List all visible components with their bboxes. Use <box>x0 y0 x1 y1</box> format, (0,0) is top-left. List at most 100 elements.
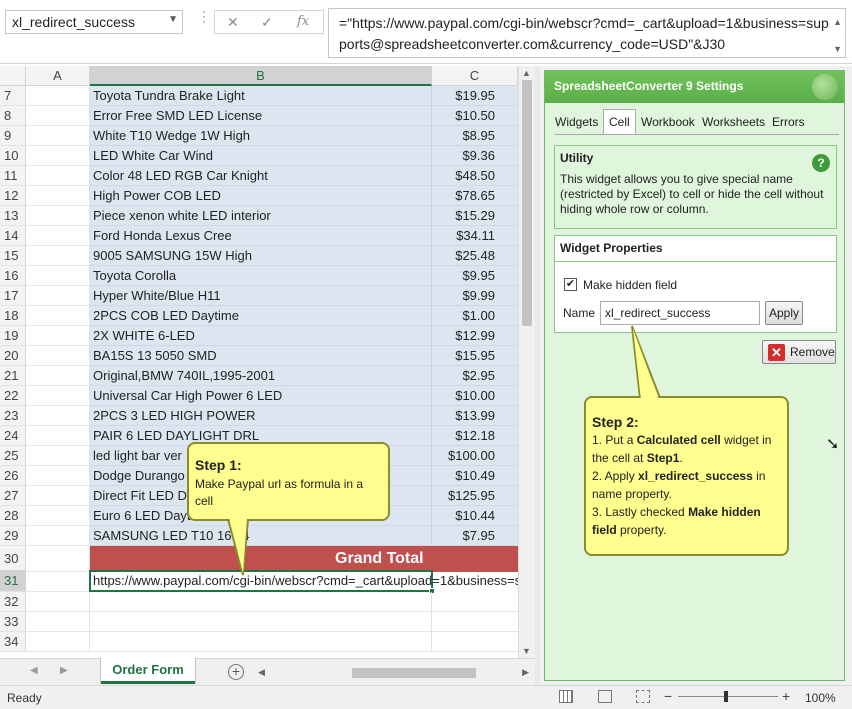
cell-a[interactable] <box>26 146 90 166</box>
scroll-down-icon[interactable]: ▼ <box>522 646 531 656</box>
item-name-cell[interactable]: BA15S 13 5050 SMD <box>90 346 432 366</box>
tab-widgets[interactable]: Widgets <box>555 109 598 135</box>
price-cell[interactable]: $15.29 <box>432 206 518 226</box>
cell-a30[interactable] <box>26 546 90 572</box>
empty-cell[interactable] <box>432 592 518 612</box>
cell-a[interactable] <box>26 206 90 226</box>
cell-a[interactable] <box>26 326 90 346</box>
cell-a[interactable] <box>26 486 90 506</box>
zoom-slider-knob[interactable] <box>724 691 728 702</box>
tab-errors[interactable]: Errors <box>772 109 805 135</box>
price-cell[interactable]: $12.99 <box>432 326 518 346</box>
cell-a[interactable] <box>26 246 90 266</box>
column-header-b[interactable]: B <box>90 66 432 86</box>
item-name-cell[interactable]: SAMSUNG LED T10 16 94 <box>90 526 432 546</box>
price-cell[interactable]: $10.50 <box>432 106 518 126</box>
item-name-cell[interactable]: Color 48 LED RGB Car Knight <box>90 166 432 186</box>
price-cell[interactable]: $2.95 <box>432 366 518 386</box>
tab-worksheets[interactable]: Worksheets <box>702 109 765 135</box>
cell-a[interactable] <box>26 266 90 286</box>
price-cell[interactable]: $9.99 <box>432 286 518 306</box>
row-number[interactable]: 22 <box>0 386 26 406</box>
chevron-down-icon[interactable]: ▼ <box>168 14 178 25</box>
row-number[interactable]: 12 <box>0 186 26 206</box>
empty-cell[interactable] <box>26 592 90 612</box>
tab-next-icon[interactable]: ▶ <box>60 665 68 676</box>
row-number[interactable]: 28 <box>0 506 26 526</box>
name-input[interactable] <box>600 301 760 325</box>
empty-cell[interactable] <box>26 612 90 632</box>
price-cell[interactable]: $48.50 <box>432 166 518 186</box>
price-cell[interactable]: $125.95 <box>432 486 518 506</box>
row-number[interactable]: 26 <box>0 466 26 486</box>
worksheet-grid[interactable]: A B C 7 Toyota Tundra Brake Light $19.95 8 E… <box>0 66 518 658</box>
row-number[interactable]: 33 <box>0 612 26 632</box>
page-break-icon[interactable] <box>636 690 650 703</box>
tab-prev-icon[interactable]: ◀ <box>30 665 38 676</box>
row-number[interactable]: 15 <box>0 246 26 266</box>
apply-button[interactable]: Apply <box>765 301 803 325</box>
cell-a[interactable] <box>26 346 90 366</box>
empty-cell[interactable] <box>432 632 518 652</box>
cell-a[interactable] <box>26 226 90 246</box>
cell-a[interactable] <box>26 526 90 546</box>
zoom-slider-track[interactable] <box>678 696 778 697</box>
cell-a[interactable] <box>26 386 90 406</box>
horizontal-scrollbar[interactable]: ◀ ▶ <box>256 667 531 679</box>
empty-cell[interactable] <box>432 612 518 632</box>
price-cell[interactable]: $9.36 <box>432 146 518 166</box>
row-number[interactable]: 11 <box>0 166 26 186</box>
item-name-cell[interactable]: 2PCS 3 LED HIGH POWER <box>90 406 432 426</box>
row-number[interactable]: 21 <box>0 366 26 386</box>
help-icon[interactable]: ? <box>812 154 830 172</box>
row-number[interactable]: 25 <box>0 446 26 466</box>
sheet-tab-order-form[interactable]: Order Form <box>101 658 195 684</box>
row-number[interactable]: 16 <box>0 266 26 286</box>
item-name-cell[interactable]: 2X WHITE 6-LED <box>90 326 432 346</box>
row-number[interactable]: 20 <box>0 346 26 366</box>
page-layout-icon[interactable] <box>598 690 612 703</box>
row-number[interactable]: 9 <box>0 126 26 146</box>
row-number[interactable]: 19 <box>0 326 26 346</box>
grand-total-label[interactable]: Grand Total <box>90 546 518 572</box>
item-name-cell[interactable]: Toyota Corolla <box>90 266 432 286</box>
fx-icon[interactable]: fx <box>297 14 309 29</box>
item-name-cell[interactable]: Ford Honda Lexus Cree <box>90 226 432 246</box>
item-name-cell[interactable]: White T10 Wedge 1W High <box>90 126 432 146</box>
remove-button[interactable]: ✕ Remove <box>762 340 836 364</box>
item-name-cell[interactable]: LED White Car Wind <box>90 146 432 166</box>
scroll-up-icon[interactable]: ▲ <box>833 12 842 33</box>
item-name-cell[interactable]: 2PCS COB LED Daytime <box>90 306 432 326</box>
vertical-scrollbar[interactable]: ▲ ▼ <box>518 66 535 658</box>
check-icon[interactable]: ✓ <box>261 14 273 31</box>
cell-a[interactable] <box>26 506 90 526</box>
cell-a[interactable] <box>26 446 90 466</box>
row-number[interactable]: 7 <box>0 86 26 106</box>
scroll-up-icon[interactable]: ▲ <box>522 68 531 78</box>
scroll-thumb[interactable] <box>352 668 476 678</box>
cell-a[interactable] <box>26 166 90 186</box>
scroll-thumb[interactable] <box>522 80 532 326</box>
formula-input[interactable]: ="https://www.paypal.com/cgi-bin/webscr?… <box>328 8 846 58</box>
row-number[interactable]: 34 <box>0 632 26 652</box>
cell-a[interactable] <box>26 106 90 126</box>
scroll-down-icon[interactable]: ▼ <box>833 39 842 60</box>
cell-a[interactable] <box>26 86 90 106</box>
select-all-corner[interactable] <box>0 66 26 86</box>
row-number[interactable]: 32 <box>0 592 26 612</box>
zoom-in-button[interactable]: + <box>782 688 790 704</box>
price-cell[interactable]: $7.95 <box>432 526 518 546</box>
empty-cell[interactable] <box>90 612 432 632</box>
cell-a[interactable] <box>26 286 90 306</box>
zoom-out-button[interactable]: − <box>664 688 672 704</box>
price-cell[interactable]: $1.00 <box>432 306 518 326</box>
column-header-c[interactable]: C <box>432 66 518 86</box>
row-number[interactable]: 24 <box>0 426 26 446</box>
price-cell[interactable]: $19.95 <box>432 86 518 106</box>
price-cell[interactable]: $10.44 <box>432 506 518 526</box>
name-box[interactable]: xl_redirect_success ▼ <box>5 10 183 34</box>
cell-a[interactable] <box>26 186 90 206</box>
row-number[interactable]: 14 <box>0 226 26 246</box>
tab-workbook[interactable]: Workbook <box>641 109 695 135</box>
row-number[interactable]: 30 <box>0 546 26 572</box>
